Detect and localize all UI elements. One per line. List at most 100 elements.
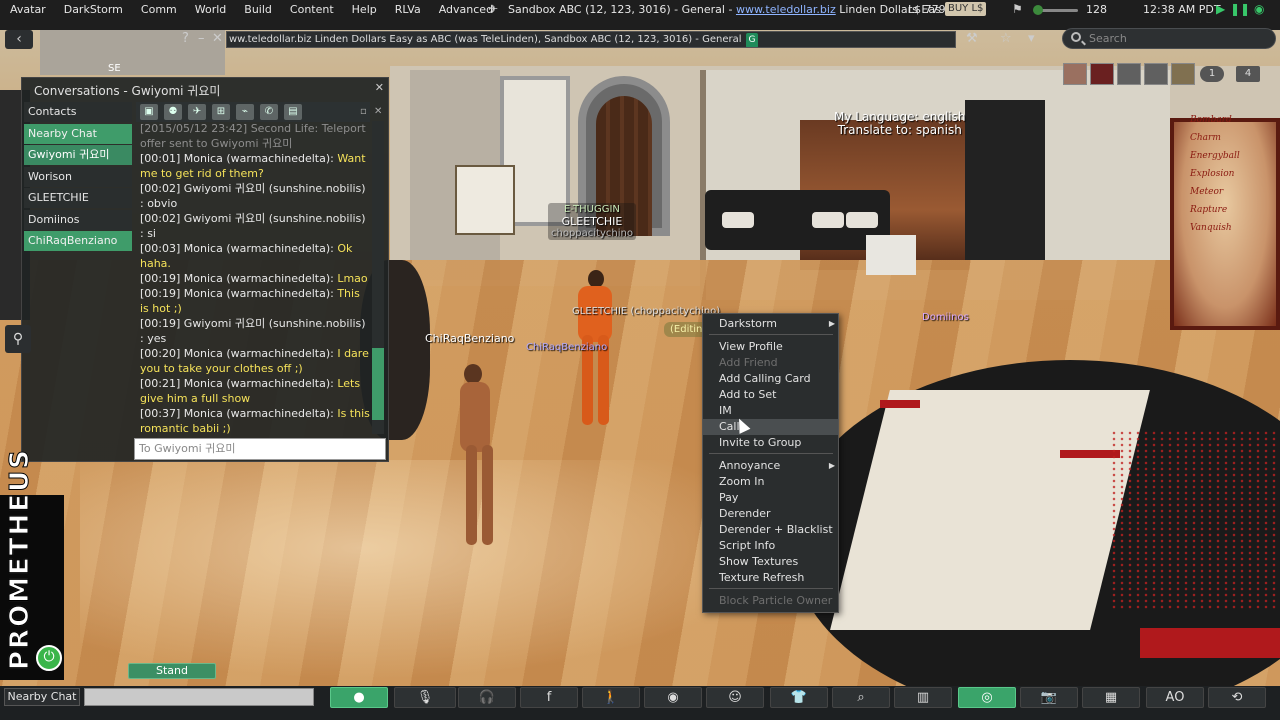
- context-menu-item[interactable]: Derender: [703, 506, 838, 522]
- wrench-icon[interactable]: ⚒: [966, 31, 978, 46]
- power-icon[interactable]: ⏻: [36, 645, 62, 671]
- balance-label[interactable]: L$ 779: [908, 3, 946, 16]
- conversation-tab[interactable]: Domiinos: [24, 209, 132, 230]
- camera-controls-button[interactable]: ⟲: [1208, 687, 1266, 708]
- people-button[interactable]: ☺: [706, 687, 764, 708]
- buy-currency-button[interactable]: BUY L$: [945, 2, 987, 16]
- chat-scrollbar-thumb[interactable]: [372, 348, 384, 420]
- menu-avatar[interactable]: Avatar: [0, 3, 55, 16]
- message-sender[interactable]: Monica (warmachinedelta):: [184, 242, 334, 255]
- ao-button[interactable]: AO: [1146, 687, 1204, 708]
- facebook-button[interactable]: f: [520, 687, 578, 708]
- view-button[interactable]: ◉: [644, 687, 702, 708]
- menu-build[interactable]: Build: [235, 3, 281, 16]
- poster-spell-text: Explosion: [1190, 169, 1235, 179]
- close-icon[interactable]: ✕: [212, 31, 223, 46]
- conversations-floater[interactable]: Conversations - Gwiyomi 귀요미 ✕ Contacts Ne…: [21, 77, 389, 462]
- conversation-tab[interactable]: Gwiyomi 귀요미: [24, 145, 132, 165]
- message-sender[interactable]: Monica (warmachinedelta):: [184, 287, 334, 300]
- pause-icon[interactable]: ❚❚: [1230, 2, 1250, 16]
- context-menu-item[interactable]: Show Textures: [703, 554, 838, 570]
- people-count-pill[interactable]: 1: [1200, 66, 1224, 82]
- nearby-chat-button[interactable]: Nearby Chat: [4, 688, 80, 706]
- call-icon[interactable]: ✆: [260, 104, 278, 120]
- media-icon[interactable]: ◉: [1254, 2, 1264, 16]
- stand-button[interactable]: Stand: [128, 663, 216, 679]
- close-tab-icon[interactable]: ✕: [374, 106, 382, 117]
- message-sender[interactable]: Gwiyomi 귀요미 (sunshine.nobilis): [184, 212, 366, 225]
- walk-button[interactable]: 🚶: [582, 687, 640, 708]
- context-menu-item[interactable]: Invite to Group: [703, 435, 838, 451]
- avatar-thumb[interactable]: [1171, 63, 1195, 85]
- menu-world[interactable]: World: [186, 3, 236, 16]
- volume-knob[interactable]: [1033, 5, 1043, 15]
- share-icon[interactable]: ⊞: [212, 104, 230, 120]
- minimize-icon[interactable]: –: [198, 31, 205, 46]
- context-menu-item[interactable]: Call: [703, 419, 838, 435]
- message-sender[interactable]: Monica (warmachinedelta):: [184, 407, 334, 420]
- pay-icon[interactable]: ⌁: [236, 104, 254, 120]
- conversation-tab[interactable]: Nearby Chat: [24, 123, 132, 144]
- conversation-tab[interactable]: ChiRaqBenziano: [24, 231, 132, 251]
- play-icon[interactable]: ▶: [1216, 2, 1225, 16]
- context-menu-item[interactable]: Add Calling Card: [703, 371, 838, 387]
- back-button[interactable]: ‹: [5, 30, 33, 49]
- chat-input[interactable]: To Gwiyomi 귀요미: [134, 438, 386, 460]
- dark-wall-box: [965, 100, 1045, 260]
- history-icon[interactable]: ▤: [284, 104, 302, 120]
- search-input[interactable]: Search: [1062, 28, 1276, 49]
- people-icon[interactable]: ⚉: [164, 104, 182, 120]
- menu-darkstorm[interactable]: DarkStorm: [55, 3, 132, 16]
- conversation-tab[interactable]: GLEETCHIE: [24, 188, 132, 208]
- context-menu-item[interactable]: Derender + Blacklist: [703, 522, 838, 538]
- avatar-thumb[interactable]: [1063, 63, 1087, 85]
- search-button[interactable]: ⌕: [832, 687, 890, 708]
- message-sender[interactable]: Monica (warmachinedelta):: [184, 152, 334, 165]
- favorite-star-icon[interactable]: ☆: [1000, 31, 1012, 46]
- message-sender[interactable]: Monica (warmachinedelta):: [184, 347, 334, 360]
- voice-button[interactable]: 🎙: [394, 687, 456, 708]
- context-menu-item[interactable]: Annoyance ▶: [703, 458, 838, 474]
- context-menu-item[interactable]: Zoom In: [703, 474, 838, 490]
- avatar-thumb[interactable]: [1090, 63, 1114, 85]
- context-menu-item[interactable]: Pay: [703, 490, 838, 506]
- context-menu-item[interactable]: View Profile: [703, 339, 838, 355]
- map-button[interactable]: ▥: [894, 687, 952, 708]
- minimap-button[interactable]: ◎: [958, 687, 1016, 708]
- conversation-tab[interactable]: Worison: [24, 166, 132, 187]
- inventory-button[interactable]: ▦: [1082, 687, 1140, 708]
- message-sender[interactable]: Monica (warmachinedelta):: [184, 272, 334, 285]
- message-sender[interactable]: Gwiyomi 귀요미 (sunshine.nobilis): [184, 182, 366, 195]
- context-menu-item[interactable]: Add to Set: [703, 387, 838, 403]
- conversation-tab[interactable]: Contacts: [24, 102, 132, 122]
- chat-bubble-button[interactable]: ●: [330, 687, 388, 708]
- location-status[interactable]: Sandbox ABC (12, 123, 3016) - General - …: [508, 3, 941, 16]
- notification-count[interactable]: 4: [1236, 66, 1260, 82]
- close-icon[interactable]: ✕: [375, 81, 384, 94]
- profile-icon[interactable]: ▣: [140, 104, 158, 120]
- context-menu-item[interactable]: Texture Refresh: [703, 570, 838, 586]
- tear-off-icon[interactable]: ▫: [360, 106, 367, 117]
- location-pin-button[interactable]: ⚲: [5, 325, 31, 353]
- dropdown-icon[interactable]: ▾: [1028, 31, 1035, 46]
- teleport-icon[interactable]: ✈: [188, 104, 206, 120]
- snapshot-button[interactable]: 📷: [1020, 687, 1078, 708]
- menu-help[interactable]: Help: [343, 3, 386, 16]
- gift-icon[interactable]: ⚑: [1012, 2, 1023, 16]
- avatar-thumb[interactable]: [1144, 63, 1168, 85]
- context-menu-item[interactable]: IM: [703, 403, 838, 419]
- avatar-thumb[interactable]: [1117, 63, 1141, 85]
- location-input[interactable]: ww.teledollar.biz Linden Dollars Easy as…: [226, 31, 956, 48]
- nearby-chat-input[interactable]: [84, 688, 314, 706]
- menu-content[interactable]: Content: [281, 3, 343, 16]
- context-menu-label: Add to Set: [719, 388, 777, 401]
- message-sender[interactable]: Gwiyomi 귀요미 (sunshine.nobilis): [184, 317, 366, 330]
- message-sender[interactable]: Monica (warmachinedelta):: [184, 377, 334, 390]
- headphones-button[interactable]: 🎧: [458, 687, 516, 708]
- context-menu-item[interactable]: Darkstorm ▶: [703, 316, 838, 332]
- menu-comm[interactable]: Comm: [132, 3, 186, 16]
- appearance-button[interactable]: 👕: [770, 687, 828, 708]
- menu-rlva[interactable]: RLVa: [386, 3, 430, 16]
- help-icon[interactable]: ?: [182, 31, 189, 46]
- context-menu-item[interactable]: Script Info: [703, 538, 838, 554]
